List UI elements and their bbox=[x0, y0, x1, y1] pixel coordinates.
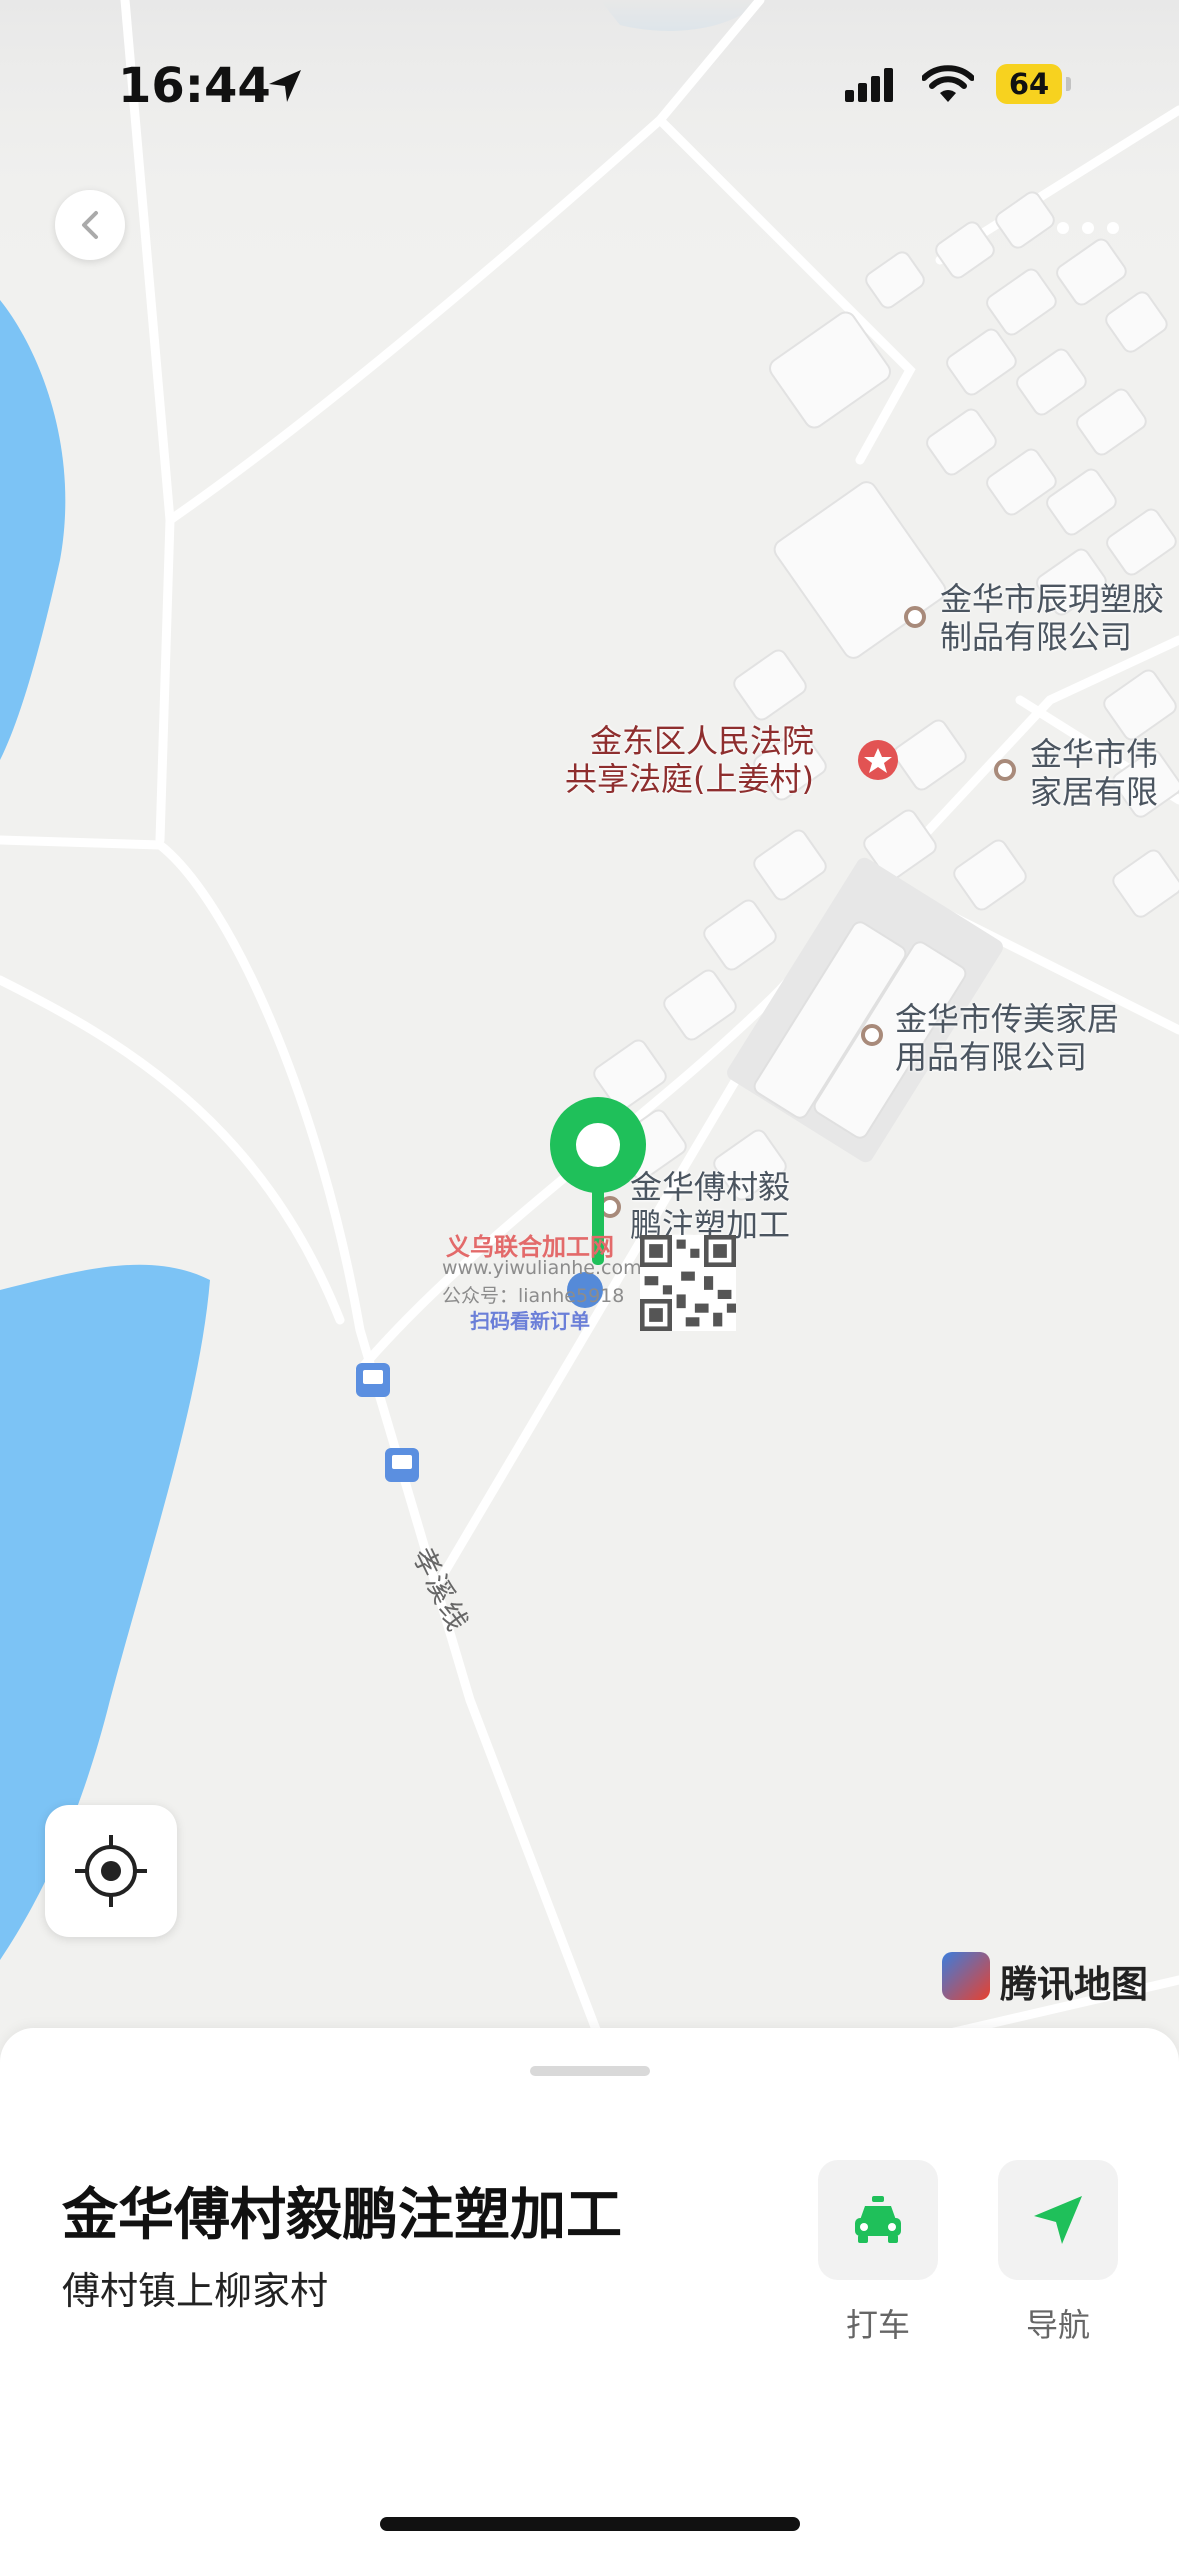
place-address: 傅村镇上柳家村 bbox=[62, 2269, 329, 2313]
status-bar: 16:44 64 bbox=[0, 58, 1179, 118]
taxi-icon bbox=[855, 2196, 901, 2243]
locate-me-button[interactable] bbox=[45, 1805, 177, 1937]
watermark: 义乌联合加工网 www.yiwulianhe.com 公众号：lianhe591… bbox=[440, 1225, 740, 1335]
watermark-wechat: 公众号：lianhe5918 bbox=[442, 1285, 625, 1307]
wifi-icon bbox=[922, 65, 974, 102]
watermark-scan-text: 扫码看新订单 bbox=[470, 1309, 590, 1333]
navigation-arrow-icon bbox=[1034, 2196, 1082, 2244]
more-options-icon[interactable] bbox=[1055, 220, 1125, 236]
poi-label-chuanmei[interactable]: 金华市传美家居 用品有限公司 bbox=[895, 1000, 1119, 1076]
poi-label-weijia[interactable]: 金华市伟 家居有限 bbox=[1030, 735, 1158, 811]
taxi-label: 打车 bbox=[845, 2306, 910, 2344]
chevron-left-icon bbox=[82, 211, 98, 239]
poi-label-chenyue[interactable]: 金华市辰玥塑胶 制品有限公司 bbox=[940, 580, 1164, 656]
cellular-signal-icon bbox=[845, 68, 893, 102]
qr-code-icon bbox=[640, 1235, 736, 1331]
location-arrow-icon bbox=[269, 70, 301, 102]
back-button[interactable] bbox=[55, 190, 125, 260]
poi-label-court[interactable]: 金东区人民法院 共享法庭(上姜村) bbox=[565, 722, 814, 798]
place-name: 金华傅村毅鹏注塑加工 bbox=[62, 2183, 622, 2248]
status-time: 16:44 bbox=[118, 58, 271, 114]
battery-indicator: 64 bbox=[996, 64, 1062, 104]
taxi-button[interactable]: 打车 bbox=[818, 2160, 938, 2346]
battery-cap bbox=[1066, 77, 1071, 91]
sheet-drag-handle[interactable] bbox=[530, 2066, 650, 2076]
navigation-label: 导航 bbox=[1025, 2306, 1090, 2344]
map-provider-name: 腾讯地图 bbox=[1000, 1963, 1148, 2006]
map-view[interactable]: 金华市辰玥塑胶 制品有限公司 金东区人民法院 共享法庭(上姜村) 金华市伟 家居… bbox=[0, 0, 1179, 2045]
watermark-url: www.yiwulianhe.com bbox=[442, 1257, 642, 1279]
crosshair-icon bbox=[75, 1835, 147, 1907]
place-detail-sheet[interactable]: 金华傅村毅鹏注塑加工 傅村镇上柳家村 打车 导航 bbox=[0, 2028, 1179, 2556]
navigation-button[interactable]: 导航 bbox=[998, 2160, 1118, 2346]
tencent-map-icon bbox=[942, 1952, 990, 2000]
home-indicator[interactable] bbox=[380, 2517, 800, 2531]
